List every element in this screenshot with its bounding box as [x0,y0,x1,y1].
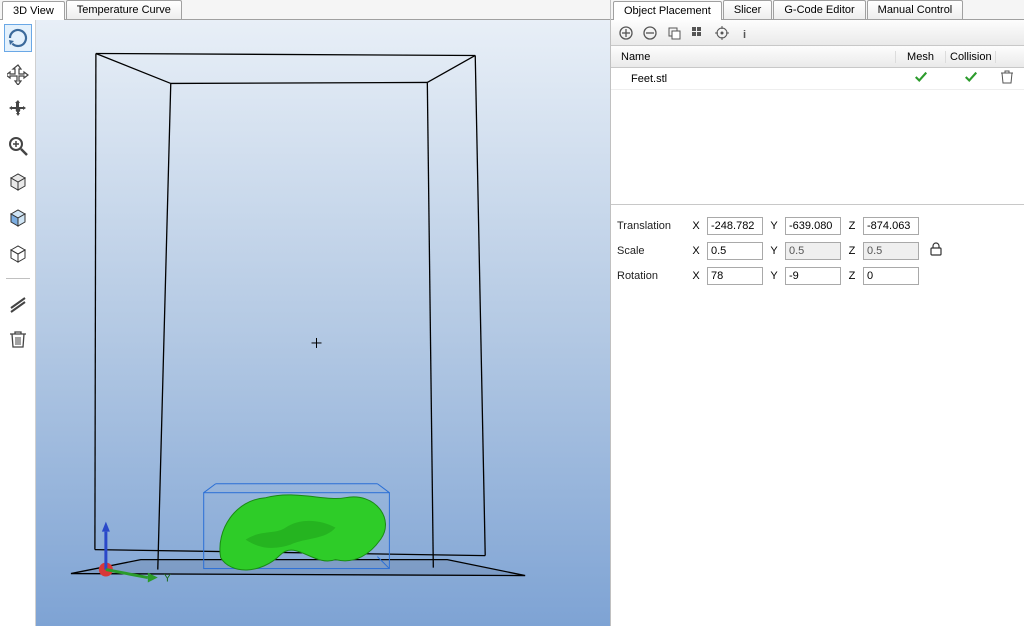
col-head-collision[interactable]: Collision [946,51,996,63]
delete-row-icon[interactable] [996,70,1018,87]
left-pane: 3D View Temperature Curve [0,0,611,626]
svg-text:Y: Y [164,573,172,585]
move-tool-icon[interactable] [4,60,32,88]
rotation-z-input[interactable] [863,267,919,285]
view-body: Y [0,20,610,626]
front-view-icon[interactable] [4,204,32,232]
scale-z-input[interactable] [863,242,919,260]
scale-row: Scale X Y Z [617,238,1018,263]
scale-y-input[interactable] [785,242,841,260]
object-table-header: Name Mesh Collision [611,46,1024,68]
scale-x-input[interactable] [707,242,763,260]
mesh-check-icon [896,70,946,87]
center-object-icon[interactable] [713,24,731,42]
rotation-x-input[interactable] [707,267,763,285]
rotation-y-input[interactable] [785,267,841,285]
tab-object-placement[interactable]: Object Placement [613,1,722,20]
left-tab-bar: 3D View Temperature Curve [0,0,610,20]
axis-x: X [691,220,701,232]
right-pane: Object Placement Slicer G-Code Editor Ma… [611,0,1024,626]
translation-label: Translation [617,220,685,232]
placement-action-bar: i [611,20,1024,46]
scale-lock-icon[interactable] [925,242,947,259]
object-rows: Feet.stl [611,68,1024,204]
rotate-tool-icon[interactable] [4,24,32,52]
rotation-label: Rotation [617,270,685,282]
table-row[interactable]: Feet.stl [611,68,1024,90]
info-icon[interactable]: i [737,24,755,42]
tab-temperature-curve[interactable]: Temperature Curve [66,0,182,19]
translation-row: Translation X Y Z [617,213,1018,238]
top-view-icon[interactable] [4,240,32,268]
scale-label: Scale [617,245,685,257]
view-toolbar [0,20,36,626]
svg-text:i: i [743,29,746,40]
isometric-view-icon[interactable] [4,168,32,196]
add-object-icon[interactable] [617,24,635,42]
tab-manual-control[interactable]: Manual Control [867,0,964,19]
translation-x-input[interactable] [707,217,763,235]
object-table: Name Mesh Collision Feet.stl [611,46,1024,205]
tab-slicer[interactable]: Slicer [723,0,773,19]
transform-properties: Translation X Y Z Scale X Y Z Rotation X… [611,205,1024,296]
right-tab-bar: Object Placement Slicer G-Code Editor Ma… [611,0,1024,20]
translation-y-input[interactable] [785,217,841,235]
copy-object-icon[interactable] [665,24,683,42]
3d-viewport[interactable]: Y [36,20,610,626]
parallel-lines-icon[interactable] [4,289,32,317]
col-head-mesh[interactable]: Mesh [896,51,946,63]
axis-z: Z [847,220,857,232]
translation-z-input[interactable] [863,217,919,235]
collision-check-icon [946,70,996,87]
col-head-name[interactable]: Name [617,51,896,63]
tab-3d-view[interactable]: 3D View [2,1,65,20]
tab-gcode-editor[interactable]: G-Code Editor [773,0,865,19]
zoom-tool-icon[interactable] [4,132,32,160]
autoposition-icon[interactable] [689,24,707,42]
rotation-row: Rotation X Y Z [617,263,1018,288]
remove-object-icon[interactable] [641,24,659,42]
axis-y: Y [769,220,779,232]
object-name: Feet.stl [617,73,896,85]
move-object-tool-icon[interactable] [4,96,32,124]
delete-icon[interactable] [4,325,32,353]
